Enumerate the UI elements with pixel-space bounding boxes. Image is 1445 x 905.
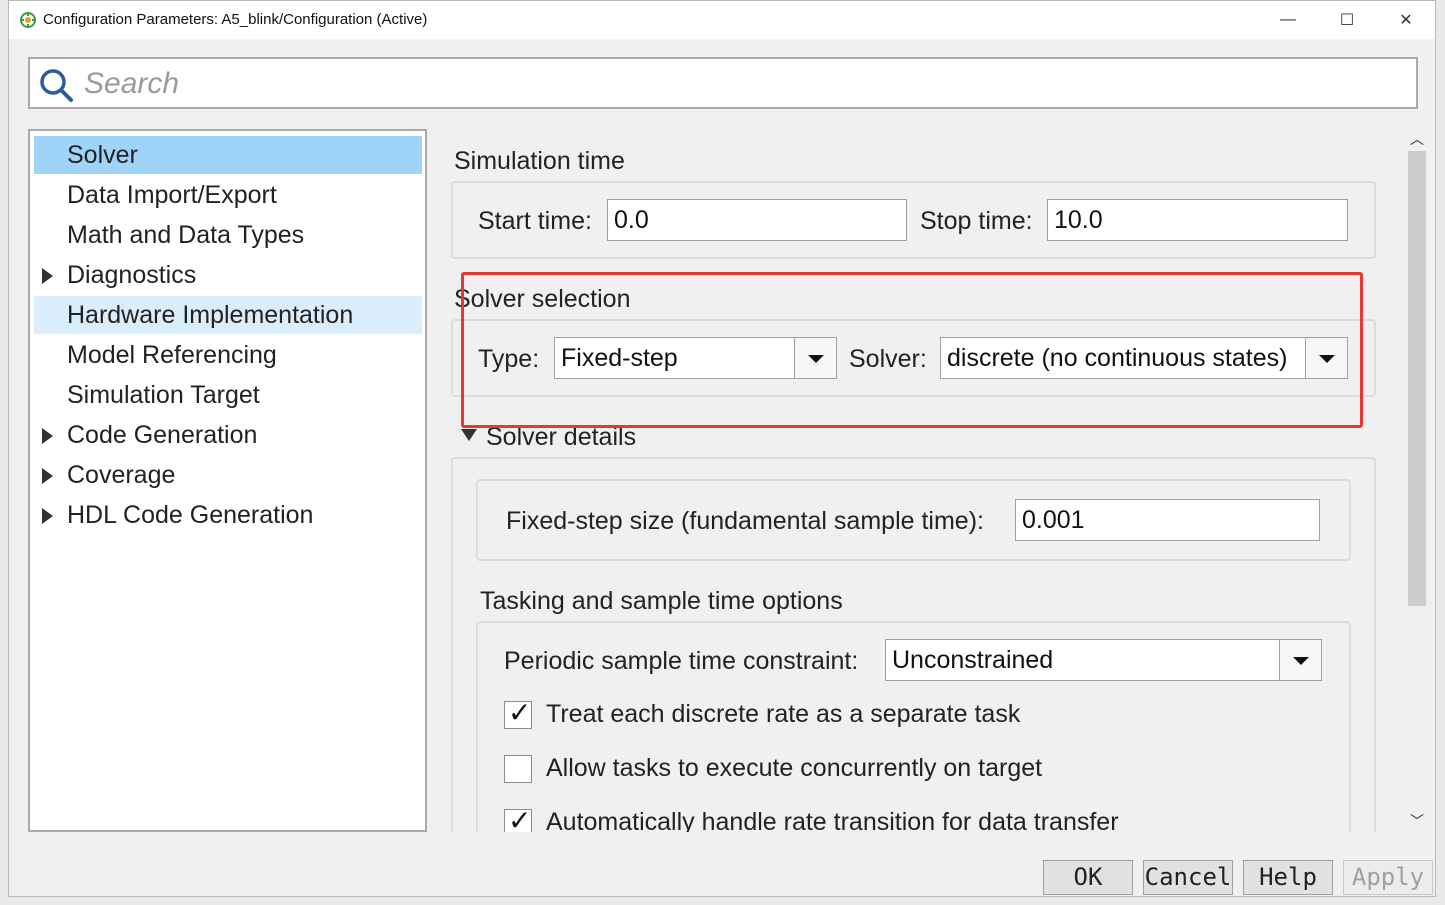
concurrent-tasks-checkbox[interactable] (504, 755, 532, 783)
checkmark-icon: ✓ (508, 804, 532, 832)
stop-time-field[interactable] (1047, 199, 1348, 241)
nav-item-label: Solver (67, 141, 138, 169)
title-bar[interactable]: Configuration Parameters: A5_blink/Confi… (9, 1, 1435, 39)
nav-item-simulation-target[interactable]: Simulation Target (34, 376, 422, 414)
maximize-icon: ☐ (1339, 12, 1355, 29)
nav-item-label: Simulation Target (67, 381, 260, 409)
solver-details-heading[interactable]: Solver details (486, 423, 636, 452)
fixed-step-size-label: Fixed-step size (fundamental sample time… (506, 507, 984, 535)
minimize-icon: — (1280, 11, 1296, 28)
nav-item-math-and-data-types[interactable]: Math and Data Types (34, 216, 422, 254)
solver-type-dropdown[interactable]: Fixed-step (554, 337, 837, 379)
search-icon (40, 69, 73, 102)
nav-item-label: Data Import/Export (67, 181, 277, 209)
solver-label: Solver: (849, 345, 927, 373)
concurrent-tasks-label[interactable]: Allow tasks to execute concurrently on t… (546, 754, 1042, 783)
checkmark-icon: ✓ (508, 696, 532, 729)
collapse-arrow-icon[interactable] (461, 429, 477, 441)
nav-item-label: Coverage (67, 461, 176, 489)
close-icon: ✕ (1399, 12, 1413, 29)
expand-arrow-icon[interactable] (42, 468, 53, 484)
close-button[interactable]: ✕ (1377, 1, 1435, 39)
fixed-step-size-field[interactable] (1015, 499, 1320, 541)
apply-button: Apply (1343, 860, 1433, 895)
minimize-button[interactable]: — (1259, 1, 1317, 39)
window-title: Configuration Parameters: A5_blink/Confi… (43, 11, 428, 28)
stop-time-label: Stop time: (920, 207, 1033, 235)
chevron-down-icon[interactable] (1305, 338, 1347, 378)
scroll-up-icon[interactable]: ︿ (1406, 129, 1428, 149)
vertical-scrollbar[interactable]: ︿ ﹀ (1406, 129, 1428, 832)
periodic-constraint-dropdown[interactable]: Unconstrained (885, 639, 1322, 681)
nav-item-label: Math and Data Types (67, 221, 305, 249)
nav-item-label: HDL Code Generation (67, 501, 314, 529)
nav-item-data-import-export[interactable]: Data Import/Export (34, 176, 422, 214)
scroll-down-icon[interactable]: ﹀ (1406, 811, 1428, 831)
solver-selection-heading: Solver selection (454, 285, 631, 313)
solver-type-value: Fixed-step (561, 344, 678, 372)
maximize-button[interactable]: ☐ (1318, 1, 1376, 39)
separate-task-checkbox[interactable]: ✓ (504, 696, 532, 729)
category-tree: Solver Data Import/Export Math and Data … (28, 129, 427, 832)
solver-type-label: Type: (478, 345, 540, 373)
periodic-constraint-label: Periodic sample time constraint: (504, 647, 859, 675)
start-time-label: Start time: (478, 207, 592, 235)
periodic-constraint-value: Unconstrained (892, 646, 1054, 674)
nav-item-diagnostics[interactable]: Diagnostics (34, 256, 422, 294)
nav-item-code-generation[interactable]: Code Generation (34, 416, 422, 454)
nav-item-label: Hardware Implementation (67, 301, 354, 329)
chevron-down-icon[interactable] (1279, 640, 1321, 680)
nav-item-coverage[interactable]: Coverage (34, 456, 422, 494)
cancel-button[interactable]: Cancel (1143, 860, 1233, 895)
tasking-heading: Tasking and sample time options (480, 587, 843, 615)
solver-dropdown[interactable]: discrete (no continuous states) (940, 337, 1348, 379)
expand-arrow-icon[interactable] (42, 428, 53, 444)
config-dialog: Configuration Parameters: A5_blink/Confi… (8, 0, 1436, 897)
solver-pane: Simulation time Start time: Stop time: S… (441, 129, 1396, 832)
start-time-field[interactable] (607, 199, 907, 241)
search-input[interactable] (82, 63, 1406, 105)
rate-transition-checkbox[interactable]: ✓ (504, 804, 532, 832)
nav-item-label: Code Generation (67, 421, 258, 449)
nav-item-label: Model Referencing (67, 341, 277, 369)
nav-item-solver[interactable]: Solver (34, 136, 422, 174)
expand-arrow-icon[interactable] (42, 508, 53, 524)
nav-item-label: Diagnostics (67, 261, 197, 289)
solver-value: discrete (no continuous states) (947, 344, 1288, 372)
separate-task-label[interactable]: Treat each discrete rate as a separate t… (546, 700, 1020, 729)
ok-button[interactable]: OK (1043, 860, 1133, 895)
search-box[interactable] (28, 57, 1418, 109)
nav-item-model-referencing[interactable]: Model Referencing (34, 336, 422, 374)
rate-transition-label[interactable]: Automatically handle rate transition for… (546, 808, 1119, 832)
nav-item-hardware-implementation[interactable]: Hardware Implementation (34, 296, 422, 334)
scroll-thumb[interactable] (1408, 151, 1426, 606)
nav-item-hdl-code-generation[interactable]: HDL Code Generation (34, 496, 422, 534)
simulink-app-icon (20, 12, 36, 28)
simulation-time-heading: Simulation time (454, 147, 625, 175)
help-button[interactable]: Help (1243, 860, 1333, 895)
expand-arrow-icon[interactable] (42, 268, 53, 284)
chevron-down-icon[interactable] (794, 338, 836, 378)
